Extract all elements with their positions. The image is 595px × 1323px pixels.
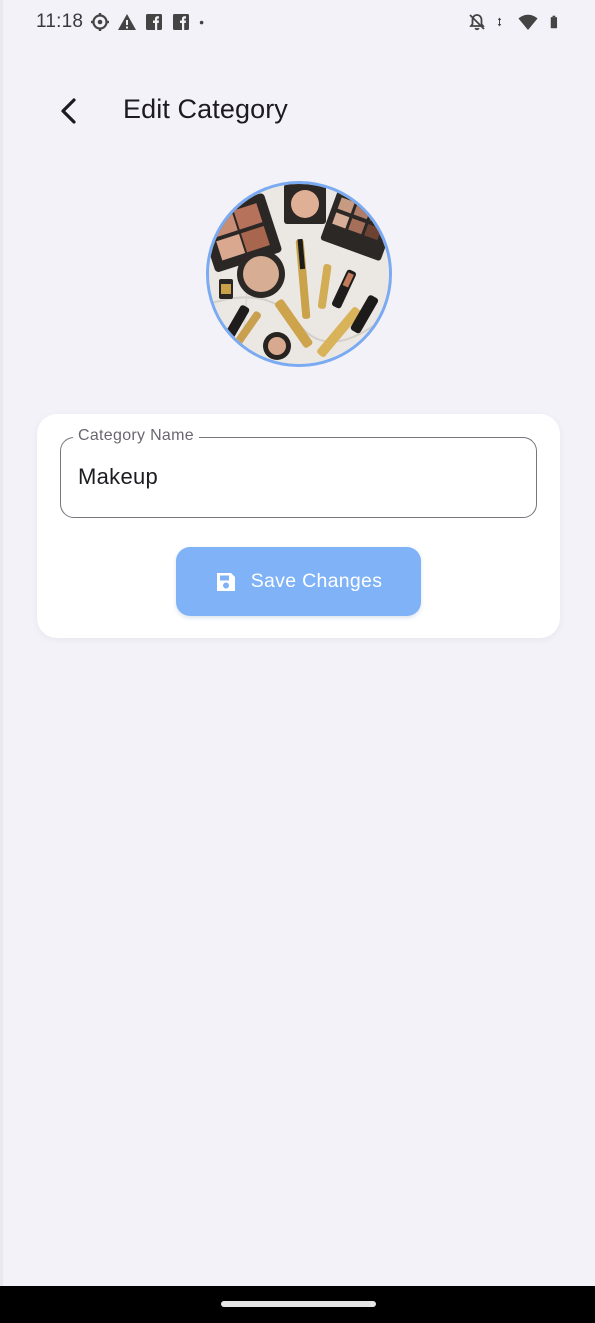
save-changes-button[interactable]: Save Changes (176, 547, 421, 616)
home-gesture-handle[interactable] (221, 1301, 376, 1307)
status-bar: 11:18 (0, 0, 595, 44)
page-title: Edit Category (123, 94, 288, 124)
category-name-field[interactable]: Category Name Makeup (60, 427, 537, 518)
save-floppy-icon (216, 572, 235, 591)
category-name-input[interactable]: Makeup (78, 464, 158, 490)
system-nav-bar (0, 1286, 595, 1323)
app-bar: Edit Category (0, 76, 595, 146)
dot-icon (199, 20, 204, 25)
makeup-products-photo (209, 184, 389, 364)
battery-icon (550, 15, 558, 29)
settings-gear-icon (91, 13, 110, 31)
status-left: 11:18 (36, 11, 210, 33)
notifications-off-icon (469, 14, 485, 31)
back-button[interactable] (48, 89, 92, 133)
category-name-label: Category Name (73, 427, 199, 445)
data-arrows-icon (497, 17, 502, 27)
form-card: Category Name Makeup Save Changes (37, 414, 560, 638)
wifi-icon (518, 14, 538, 30)
frame-edge (0, 0, 3, 1286)
facebook-icon (173, 14, 190, 30)
warning-icon (118, 14, 137, 30)
status-time: 11:18 (36, 11, 84, 32)
arrow-back-icon (61, 98, 76, 124)
facebook-icon (146, 14, 163, 30)
category-image[interactable] (206, 181, 392, 367)
status-right (467, 12, 563, 32)
save-changes-label: Save Changes (250, 570, 383, 592)
